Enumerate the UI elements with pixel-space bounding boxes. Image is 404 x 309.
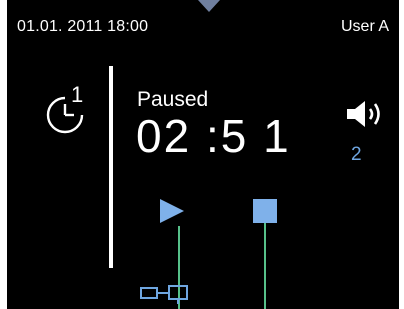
timer-icon: 1 bbox=[46, 82, 83, 134]
connector-line-stop bbox=[264, 223, 266, 309]
top-indicator-notch bbox=[198, 0, 220, 12]
play-icon bbox=[160, 199, 184, 223]
svg-text:1: 1 bbox=[71, 82, 83, 107]
speaker-volume-icon[interactable] bbox=[345, 98, 385, 130]
user-label[interactable]: User A bbox=[341, 18, 389, 36]
timer-time-display: 02 :5 1 bbox=[136, 110, 291, 162]
datetime-label: 01.01. 2011 18:00 bbox=[17, 18, 149, 35]
device-connector-icon bbox=[140, 285, 188, 304]
divider bbox=[109, 66, 113, 268]
play-button[interactable] bbox=[157, 196, 187, 226]
device-screen: 01.01. 2011 18:00 User A 1 Paused 02 :5 … bbox=[7, 0, 399, 309]
stop-button[interactable] bbox=[253, 199, 277, 223]
status-bar: 01.01. 2011 18:00 User A bbox=[7, 18, 399, 40]
volume-level: 2 bbox=[351, 144, 362, 165]
